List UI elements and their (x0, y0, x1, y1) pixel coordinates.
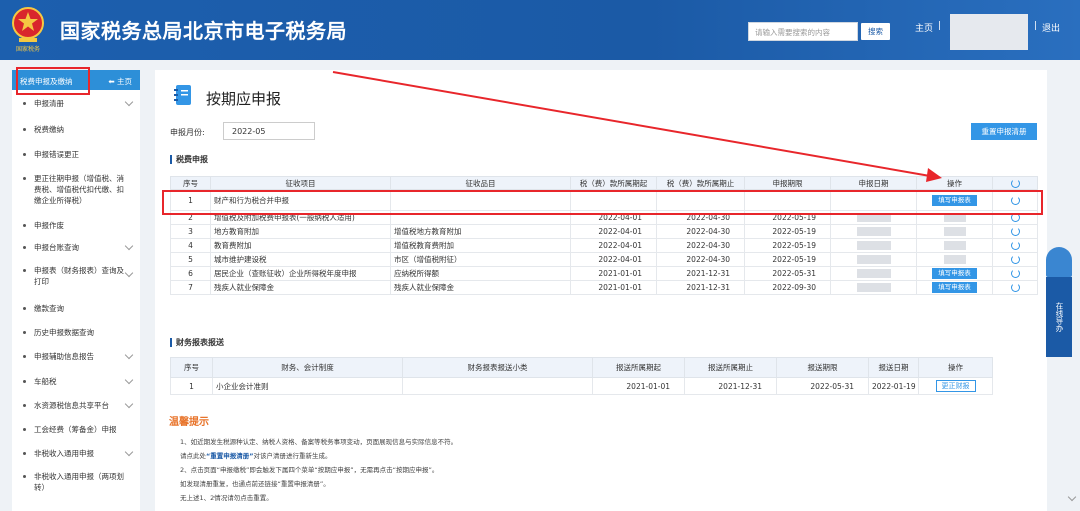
sidebar-item-nontax-transfer[interactable]: 非税收入通用申报（两项划转） (12, 471, 140, 493)
service-avatar-icon (1046, 247, 1072, 277)
online-guide-widget[interactable]: 在线导办 (1046, 247, 1072, 357)
sidebar-item-ledger-query[interactable]: 申报台账查询 (12, 241, 140, 253)
table-row: 1 小企业会计准则 2021-01-01 2021-12-31 2022-05-… (170, 377, 993, 395)
sidebar-highlight-box (16, 67, 90, 95)
reset-list-link[interactable]: “重置申报清册” (206, 452, 254, 460)
refresh-icon[interactable] (992, 224, 1038, 239)
bullet-icon (23, 177, 26, 180)
header-bar: 国家税务 国家税务总局北京市电子税务局 请输入需要搜索的内容 搜索 主页 | |… (0, 0, 1080, 60)
bullet-icon (23, 307, 26, 310)
redacted-value (856, 241, 891, 251)
bullet-icon (23, 128, 26, 131)
chevron-down-icon (124, 375, 134, 385)
sidebar-item-water-tax[interactable]: 水资源税信息共享平台 (12, 399, 140, 411)
scroll-down-icon[interactable] (1067, 492, 1077, 502)
bullet-icon (23, 355, 26, 358)
chevron-down-icon (124, 241, 134, 251)
month-label: 申报月份: (170, 128, 205, 137)
redacted-value (856, 269, 891, 279)
redacted-value (856, 255, 891, 265)
tip-line-5: 无上述1、2情况请勿点击重置。 (180, 494, 273, 502)
financial-report-table: 序号 财务、会计制度 财务报表报送小类 报送所属期起 报送所属期止 报送期限 报… (170, 357, 993, 395)
refresh-icon[interactable] (992, 280, 1038, 295)
redacted-value (943, 255, 966, 265)
site-title: 国家税务总局北京市电子税务局 (60, 19, 347, 43)
main-content: 按期应申报 申报月份: 2022-05 重置申报清册 税费申报 序号 征收项目 … (155, 70, 1047, 511)
sidebar: 税费申报及缴纳 ⬅ 主页 申报清册 税费缴纳 申报错误更正 更正往期申报（增值税… (12, 70, 140, 511)
bullet-icon (23, 153, 26, 156)
emblem-label: 国家税务 (15, 46, 40, 53)
user-name-redacted (950, 14, 1028, 50)
month-input[interactable]: 2022-05 (223, 122, 315, 140)
table-row: 5 城市维护建设税 市区（增值税附征） 2022-04-01 2022-04-3… (170, 252, 1038, 267)
table-row: 6 居民企业（查账征收）企业所得税年度申报 应纳税所得额 2021-01-01 … (170, 266, 1038, 281)
tip-line-3: 2、点击页面“申报缴税”即会触发下属四个菜单“按期应申报”，无需再点击“按期应申… (180, 466, 439, 474)
table-row: 3 地方教育附加 增值税地方教育附加 2022-04-01 2022-04-30… (170, 224, 1038, 239)
chevron-down-icon (124, 399, 134, 409)
bullet-icon (23, 102, 26, 105)
bullet-icon (23, 428, 26, 431)
fill-form-button[interactable]: 填写申报表 (932, 282, 977, 293)
tax-section-title: 税费申报 (170, 155, 208, 164)
refresh-icon[interactable] (992, 238, 1038, 253)
sidebar-item-nontax-general[interactable]: 非税收入通用申报 (12, 447, 140, 459)
table-row: 4 教育费附加 增值税教育费附加 2022-04-01 2022-04-30 2… (170, 238, 1038, 253)
bullet-icon (23, 246, 26, 249)
tips-title: 温馨提示 (169, 417, 209, 428)
refresh-all-icon[interactable] (992, 176, 1038, 190)
table-row: 7 残疾人就业保障金 残疾人就业保障金 2021-01-01 2021-12-3… (170, 280, 1038, 295)
search-input[interactable]: 请输入需要搜索的内容 (748, 22, 858, 41)
header-separator-2: | (1034, 21, 1038, 31)
bullet-icon (23, 452, 26, 455)
sidebar-item-union-fee[interactable]: 工会经费（筹备金）申报 (12, 424, 140, 435)
search-button[interactable]: 搜索 (861, 23, 890, 40)
redacted-value (943, 241, 966, 251)
national-emblem-icon (12, 7, 44, 42)
chevron-down-icon (124, 268, 134, 278)
sidebar-item-declaration-list[interactable]: 申报清册 (12, 97, 140, 109)
chevron-down-icon (124, 447, 134, 457)
sidebar-item-tax-payment[interactable]: 税费缴纳 (12, 124, 140, 135)
tip-line-2: 请点此处“重置申报清册”对该户清册进行重新生成。 (180, 452, 332, 460)
sidebar-item-void[interactable]: 申报作废 (12, 220, 140, 231)
reset-list-button[interactable]: 重置申报清册 (971, 123, 1037, 140)
sidebar-item-history-query[interactable]: 历史申报数据查询 (12, 327, 140, 338)
redacted-value (856, 227, 891, 237)
fill-form-button[interactable]: 填写申报表 (932, 268, 977, 279)
table-header-row: 序号 征收项目 征收品目 税（费）款所属期起 税（费）款所属期止 申报期限 申报… (170, 176, 1038, 190)
online-guide-label: 在线导办 (1046, 277, 1072, 357)
sidebar-item-error-correction[interactable]: 申报错误更正 (12, 149, 140, 160)
page-title: 按期应申报 (206, 90, 282, 108)
bullet-icon (23, 269, 26, 272)
tip-line-4: 如发现清册重复，也通点前还链接“重置申报清册”。 (180, 480, 330, 488)
tip-line-1: 1、如近期发生税源种认定、纳税人资格、备案等税务事项变动，页面展现信息与实际信息… (180, 438, 458, 446)
home-link[interactable]: 主页 (915, 21, 933, 34)
bullet-icon (23, 475, 26, 478)
bullet-icon (23, 380, 26, 383)
row-highlight-box (162, 190, 1043, 215)
correct-report-button[interactable]: 更正财报 (935, 380, 976, 392)
sidebar-item-vehicle-tax[interactable]: 车船税 (12, 375, 140, 387)
refresh-icon[interactable] (992, 252, 1038, 267)
bullet-icon (23, 331, 26, 334)
bullet-icon (23, 224, 26, 227)
chevron-down-icon (124, 350, 134, 360)
sidebar-item-aux-report[interactable]: 申报辅助信息报告 (12, 350, 140, 362)
sidebar-item-payment-query[interactable]: 缴款查询 (12, 303, 140, 314)
redacted-value (856, 283, 891, 293)
sidebar-item-past-correction[interactable]: 更正往期申报（增值税、消费税、增值税代扣代缴、扣缴企业所得税） (12, 173, 140, 206)
chevron-down-icon (124, 97, 134, 107)
table-header-row: 序号 财务、会计制度 财务报表报送小类 报送所属期起 报送所属期止 报送期限 报… (170, 357, 993, 378)
sidebar-home-link[interactable]: ⬅ 主页 (108, 76, 132, 87)
bullet-icon (23, 404, 26, 407)
redacted-value (943, 227, 966, 237)
header-separator: | (938, 21, 942, 31)
fin-section-title: 财务报表报送 (170, 338, 224, 347)
logout-link[interactable]: 退出 (1042, 21, 1060, 34)
refresh-icon[interactable] (992, 266, 1038, 281)
sidebar-item-report-print[interactable]: 申报表（财务报表）查询及打印 (12, 265, 140, 287)
notebook-icon (174, 85, 191, 105)
